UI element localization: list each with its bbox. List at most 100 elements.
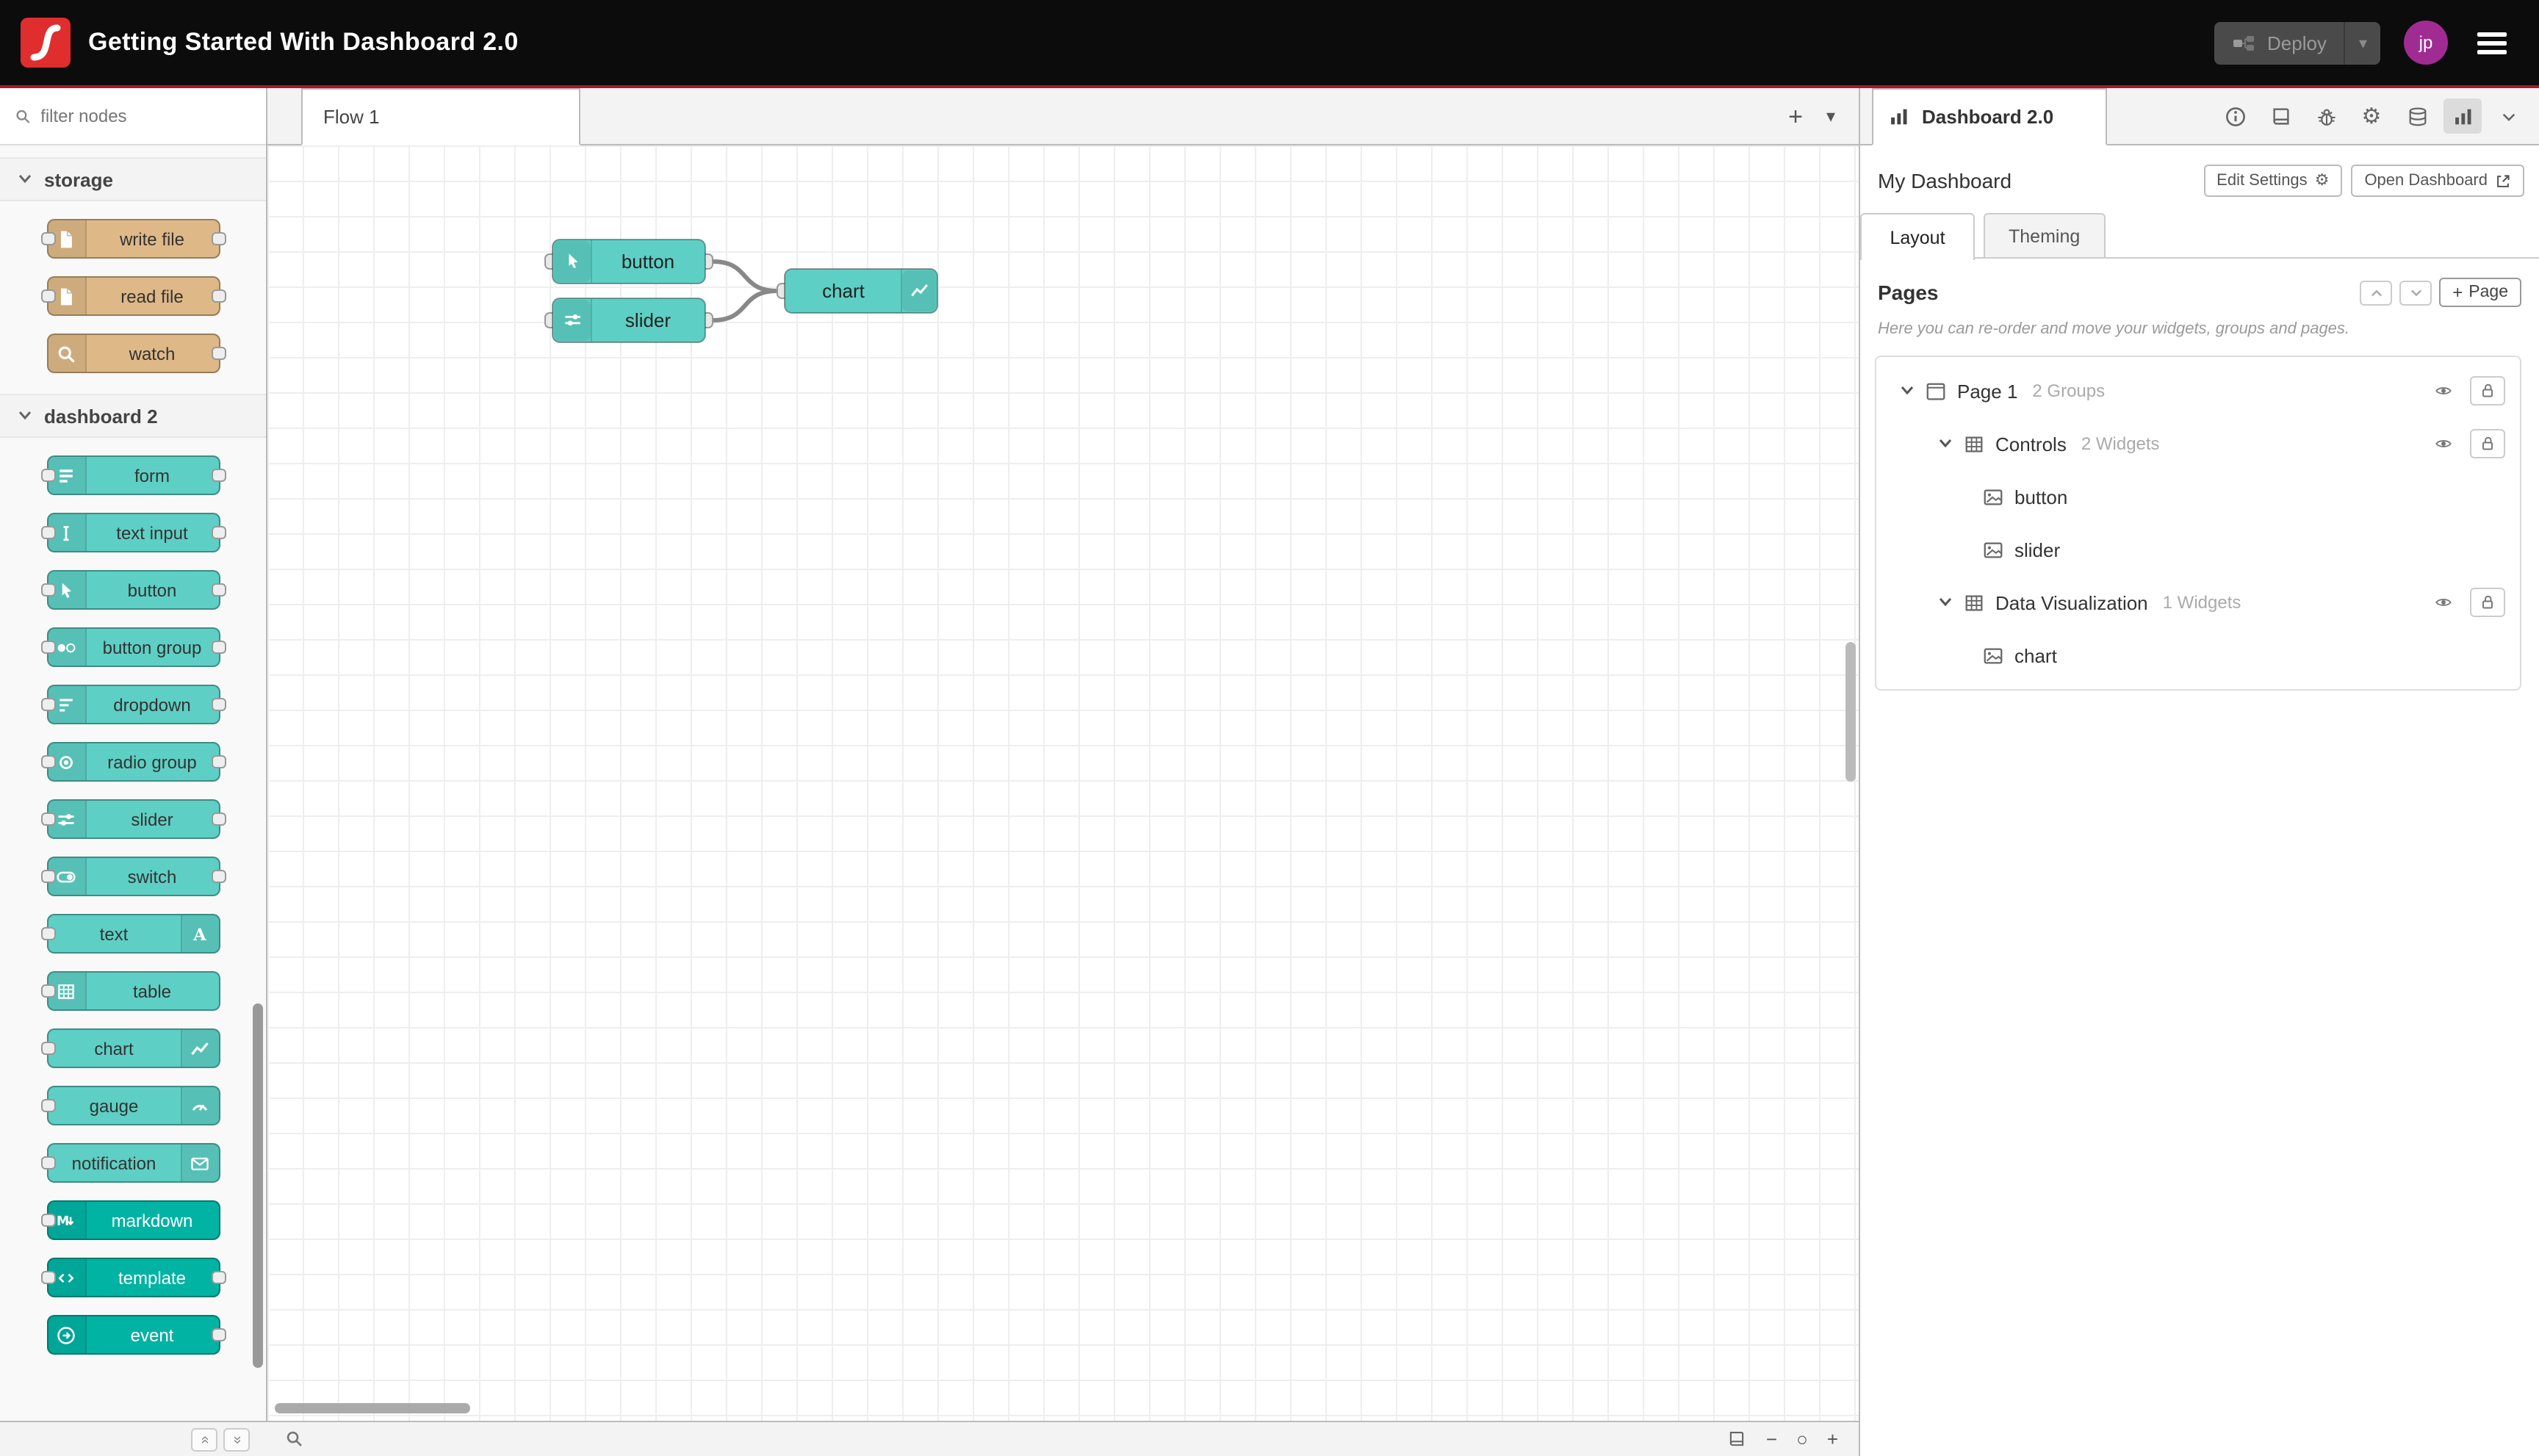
wire-slider-to-chart[interactable] [712,289,778,322]
navigator-book-icon[interactable] [1726,1430,1747,1449]
tab-layout[interactable]: Layout [1860,213,1975,260]
dashboard-tab-button[interactable] [2443,98,2482,134]
visibility-button[interactable] [2427,594,2460,611]
tree-row-widget-slider[interactable]: slider [1876,523,2520,576]
expand-categories-button[interactable]: » [223,1427,250,1451]
palette-node-template[interactable]: template [40,1258,226,1297]
add-page-button[interactable]: + Page [2439,278,2521,307]
palette-node-chart[interactable]: chart [40,1028,220,1068]
palette-scroll-area[interactable]: storage write file read file watch dashb… [0,145,266,1421]
palette-category-storage[interactable]: storage [0,157,266,201]
palette-node-event[interactable]: event [46,1315,226,1355]
palette-node-markdown[interactable]: M markdown [40,1200,220,1240]
collapse-categories-button[interactable]: « [191,1427,217,1451]
visibility-button[interactable] [2427,435,2460,453]
palette-category-dashboard-2[interactable]: dashboard 2 [0,394,266,438]
deploy-button-main[interactable]: Deploy [2214,21,2344,64]
node-input-port [40,289,55,303]
canvas-horizontal-scrollbar[interactable] [275,1403,470,1413]
main-area: storage write file read file [0,88,2539,1456]
flow-node-button[interactable]: button [544,239,713,284]
palette-node-text[interactable]: A text [40,914,220,954]
tab-dashboard-2[interactable]: Dashboard 2.0 [1872,88,2107,145]
palette-node-text-input[interactable]: text input [40,513,226,552]
palette-node-gauge[interactable]: gauge [40,1086,220,1125]
tab-flow-1[interactable]: Flow 1 [301,88,580,145]
move-page-up-button[interactable] [2360,280,2393,305]
palette-node-form[interactable]: form [40,455,226,495]
tree-row-page-1[interactable]: Page 1 2 Groups [1876,364,2520,417]
lock-button[interactable] [2470,376,2505,406]
deploy-button[interactable]: Deploy ▾ [2214,21,2380,64]
palette-node-write-file[interactable]: write file [40,219,226,259]
help-tab-button[interactable] [2261,98,2299,134]
tab-theming[interactable]: Theming [1984,213,2106,257]
group-grid-icon [1963,433,1985,455]
eye-icon [2435,599,2452,606]
tree-label: Page 1 [1957,380,2018,402]
context-tab-button[interactable] [2398,98,2436,134]
wire-button-to-chart[interactable] [712,259,778,293]
move-page-down-button[interactable] [2399,280,2432,305]
tree-row-widget-button[interactable]: button [1876,470,2520,523]
lock-button[interactable] [2470,588,2505,617]
deploy-options-caret[interactable]: ▾ [2344,21,2380,64]
tree-row-controls[interactable]: Controls 2 Widgets [1876,417,2520,470]
search-flows-button[interactable] [285,1430,304,1449]
lock-icon [2482,595,2493,609]
collapse-toggle[interactable] [1938,438,1953,450]
tree-label: Controls [1995,433,2067,455]
search-icon [16,109,30,123]
debug-tab-button[interactable] [2307,98,2345,134]
user-avatar[interactable]: jp [2404,21,2448,65]
node-input-port [40,984,55,998]
zoom-reset-button[interactable]: ○ [1796,1430,1808,1449]
info-icon [2225,107,2244,126]
palette-node-dropdown[interactable]: dropdown [40,685,226,724]
palette-node-switch[interactable]: switch [40,857,226,896]
tree-row-widget-chart[interactable]: chart [1876,629,2520,682]
node-output-port [211,1328,226,1341]
flow-canvas[interactable]: button slider chart [267,145,1859,1421]
node-input-port [40,755,55,768]
palette-node-radio-group[interactable]: radio group [40,742,226,782]
canvas-zoom-controls: − ○ + [1726,1430,1859,1449]
zoom-out-button[interactable]: − [1766,1430,1777,1449]
palette-filter-input[interactable] [40,106,251,126]
palette-node-button[interactable]: button [40,570,226,610]
sidebar-more-button[interactable] [2489,98,2527,134]
edit-settings-button[interactable]: Edit Settings ⚙ [2203,165,2343,197]
zoom-in-button[interactable]: + [1827,1430,1838,1449]
group-grid-icon [1963,591,1985,613]
tree-count: 1 Widgets [2162,592,2241,613]
flow-node-slider[interactable]: slider [544,298,713,343]
header-actions: Deploy ▾ jp [2214,21,2539,65]
palette-search [0,88,266,145]
flow-list-button[interactable]: ▾ [1826,106,1835,126]
collapse-toggle[interactable] [1900,385,1915,397]
palette-node-slider[interactable]: slider [40,799,226,839]
info-tab-button[interactable] [2216,98,2254,134]
palette-node-table[interactable]: table [40,971,220,1011]
svg-text:A: A [192,925,206,944]
collapse-toggle[interactable] [1938,597,1953,608]
lock-button[interactable] [2470,429,2505,458]
config-tab-button[interactable]: ⚙ [2352,98,2391,134]
tree-label: slider [2014,538,2061,561]
palette-footer-controls: « » [0,1427,267,1451]
open-dashboard-button[interactable]: Open Dashboard [2351,165,2524,197]
add-flow-button[interactable]: + [1788,104,1803,129]
tree-row-data-visualization[interactable]: Data Visualization 1 Widgets [1876,576,2520,629]
palette-node-watch[interactable]: watch [46,334,226,373]
visibility-button[interactable] [2427,382,2460,400]
palette-scrollbar[interactable] [253,1003,263,1368]
right-sidebar: Dashboard 2.0 ⚙ My Dashboard Edit Settin… [1859,88,2539,1456]
palette-node-notification[interactable]: notification [40,1143,220,1183]
main-menu-button[interactable] [2471,26,2513,60]
palette-node-read-file[interactable]: read file [40,276,226,316]
canvas-vertical-scrollbar[interactable] [1845,642,1856,782]
palette-node-button-group[interactable]: button group [40,627,226,667]
flow-svg[interactable]: button slider chart [267,145,1859,1421]
flow-node-chart[interactable]: chart [777,268,938,314]
node-input-port [40,526,55,539]
